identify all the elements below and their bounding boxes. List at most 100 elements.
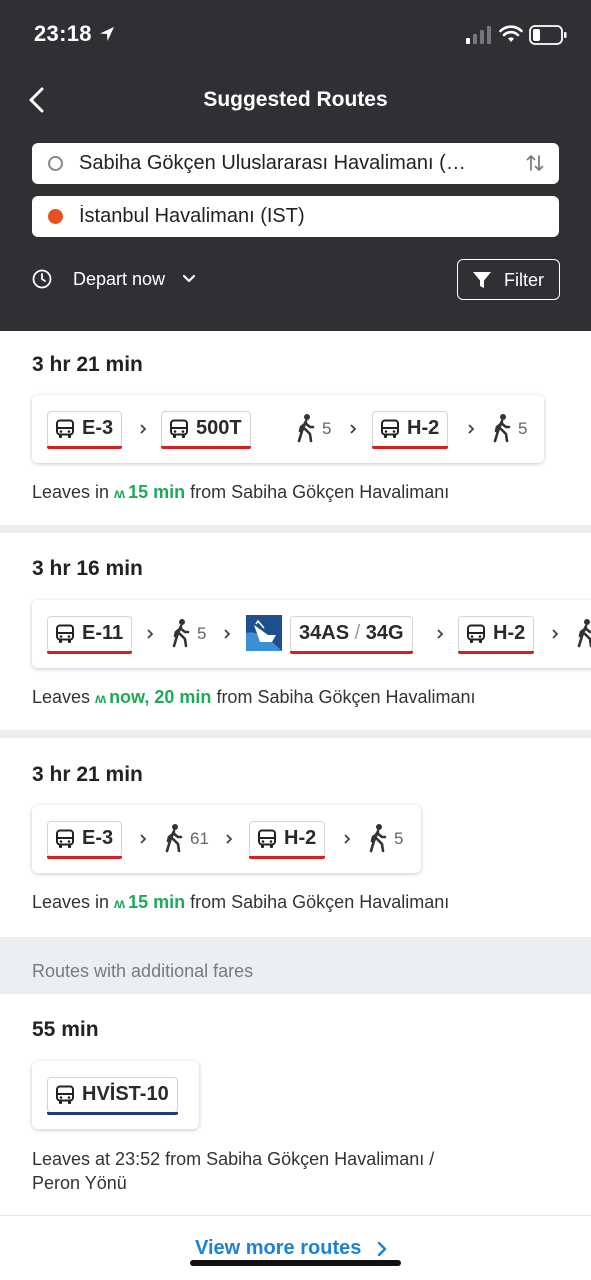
route-legs-card: E-11 5 34AS / 34G H-2: [32, 600, 591, 668]
ferry-line-label: 34AS: [299, 622, 350, 644]
chevron-right-icon: [226, 834, 233, 844]
bus-icon: [467, 624, 485, 643]
wifi-icon: [499, 25, 523, 42]
origin-dot-icon: [48, 156, 63, 171]
walk-icon: [165, 824, 183, 853]
route-option[interactable]: 3 hr 21 min E-3 61 H-2 5 Leaves in ʍ 15 m…: [0, 738, 591, 937]
walk-minutes: 5: [322, 419, 332, 438]
walk-icon: [369, 824, 387, 853]
bus-line-chip: H-2: [249, 821, 326, 859]
additional-fares-header: Routes with additional fares: [0, 937, 591, 994]
divider: [0, 730, 591, 738]
realtime-icon: ʍ: [114, 485, 125, 501]
bus-line-chip: 500T: [161, 411, 251, 449]
bus-line-label: 500T: [196, 417, 242, 439]
walk-icon: [172, 619, 190, 648]
bus-icon: [56, 419, 74, 438]
section-heading: Routes with additional fares: [32, 961, 254, 981]
departure-info: Leaves in ʍ 15 min from Sabiha Gökçen Ha…: [32, 482, 450, 502]
route-duration: 3 hr 21 min: [32, 353, 143, 376]
walk-minutes: 61: [190, 829, 209, 848]
ferry-line-chip: 34AS / 34G: [290, 616, 413, 654]
bus-icon: [56, 829, 74, 848]
departure-info: Leaves at 23:52 from Sabiha Gökçen Haval…: [32, 1149, 435, 1193]
status-time: 23:18: [34, 21, 92, 46]
bus-line-label: H-2: [493, 622, 526, 644]
filter-icon: [473, 272, 491, 288]
view-more-routes-button[interactable]: View more routes: [0, 1215, 591, 1280]
departure-info: Leaves ʍ now, 20 min from Sabiha Gökçen H…: [32, 687, 476, 707]
view-more-label: View more routes: [195, 1237, 362, 1259]
walk-icon: [577, 619, 591, 648]
bus-icon: [56, 1085, 74, 1104]
walk-minutes: 5: [394, 829, 404, 848]
status-bar: 23:18: [0, 0, 591, 70]
route-legs-card: E-3 500T 5 H-2 5: [32, 395, 544, 463]
bus-line-chip: E-11: [47, 616, 133, 654]
location-arrow-icon: [100, 27, 114, 41]
bus-line-chip: E-3: [47, 821, 123, 859]
destination-text: İstanbul Havalimanı (IST): [79, 205, 305, 227]
origin-text: Sabiha Gökçen Uluslararası Havalimanı (…: [79, 152, 466, 174]
bus-line-label: E-3: [82, 827, 114, 849]
bus-line-chip: HVİST-10: [47, 1077, 178, 1115]
filter-label: Filter: [504, 270, 544, 290]
route-option[interactable]: 3 hr 21 min E-3 500T 5 H-2 5 Leaves in ʍ…: [0, 331, 591, 525]
home-indicator: [190, 1260, 401, 1266]
filter-button[interactable]: Filter: [457, 259, 560, 300]
bus-line-label: H-2: [407, 417, 440, 439]
realtime-departure: 15 min: [128, 892, 186, 912]
walk-minutes: 5: [197, 624, 207, 643]
walk-minutes: 5: [518, 419, 528, 438]
route-legs-card: E-3 61 H-2 5: [32, 805, 421, 873]
bus-line-chip: E-3: [47, 411, 123, 449]
header: 23:18 Suggested Routes Sabiha Gökçen Ulu…: [0, 0, 591, 331]
route-duration: 3 hr 16 min: [32, 557, 143, 580]
bus-icon: [381, 419, 399, 438]
chevron-right-icon: [147, 629, 154, 639]
chevron-right-icon: [437, 629, 444, 639]
realtime-icon: ʍ: [114, 895, 125, 911]
destination-field[interactable]: İstanbul Havalimanı (IST): [32, 196, 559, 237]
route-duration: 55 min: [32, 1018, 99, 1041]
battery-icon: [529, 25, 567, 45]
realtime-departure: now, 20 min: [109, 687, 212, 707]
swap-icon[interactable]: [525, 153, 545, 173]
clock-icon: [32, 269, 52, 289]
signal-icon: [466, 26, 491, 44]
bus-icon: [170, 419, 188, 438]
route-option[interactable]: 55 min HVİST-10 Leaves at 23:52 from Sab…: [0, 994, 591, 1215]
route-legs-card: HVİST-10: [32, 1061, 199, 1129]
chevron-right-icon: [224, 629, 231, 639]
depart-time-selector[interactable]: Depart now: [73, 269, 165, 290]
route-duration: 3 hr 21 min: [32, 763, 143, 786]
ferry-line-label: 34G: [365, 622, 404, 644]
bus-icon: [258, 829, 276, 848]
origin-field[interactable]: Sabiha Gökçen Uluslararası Havalimanı (…: [32, 143, 559, 184]
chevron-down-icon[interactable]: [182, 273, 196, 285]
chevron-right-icon: [140, 424, 147, 434]
walk-icon: [493, 414, 511, 443]
bus-line-label: HVİST-10: [82, 1083, 169, 1105]
chevron-right-icon: [350, 424, 357, 434]
page-title: Suggested Routes: [203, 88, 388, 111]
chevron-right-icon: [552, 629, 559, 639]
chevron-right-icon: [377, 1241, 387, 1257]
chevron-right-icon: [140, 834, 147, 844]
route-option[interactable]: 3 hr 16 min E-11 5 34AS / 34G H-2 Leaves…: [0, 533, 591, 730]
divider: [0, 525, 591, 533]
ferry-icon: [246, 615, 282, 651]
bus-line-label: E-11: [82, 622, 124, 644]
chevron-right-icon: [468, 424, 475, 434]
bus-line-chip: H-2: [458, 616, 535, 654]
bus-line-chip: H-2: [372, 411, 449, 449]
walk-icon: [297, 414, 315, 443]
realtime-icon: ʍ: [95, 690, 106, 706]
bus-line-label: E-3: [82, 417, 114, 439]
bus-icon: [56, 624, 74, 643]
departure-info: Leaves in ʍ 15 min from Sabiha Gökçen Hav…: [32, 892, 450, 912]
bus-line-label: H-2: [284, 827, 317, 849]
chevron-right-icon: [344, 834, 351, 844]
destination-dot-icon: [48, 209, 63, 224]
realtime-departure: 15 min: [128, 482, 186, 502]
